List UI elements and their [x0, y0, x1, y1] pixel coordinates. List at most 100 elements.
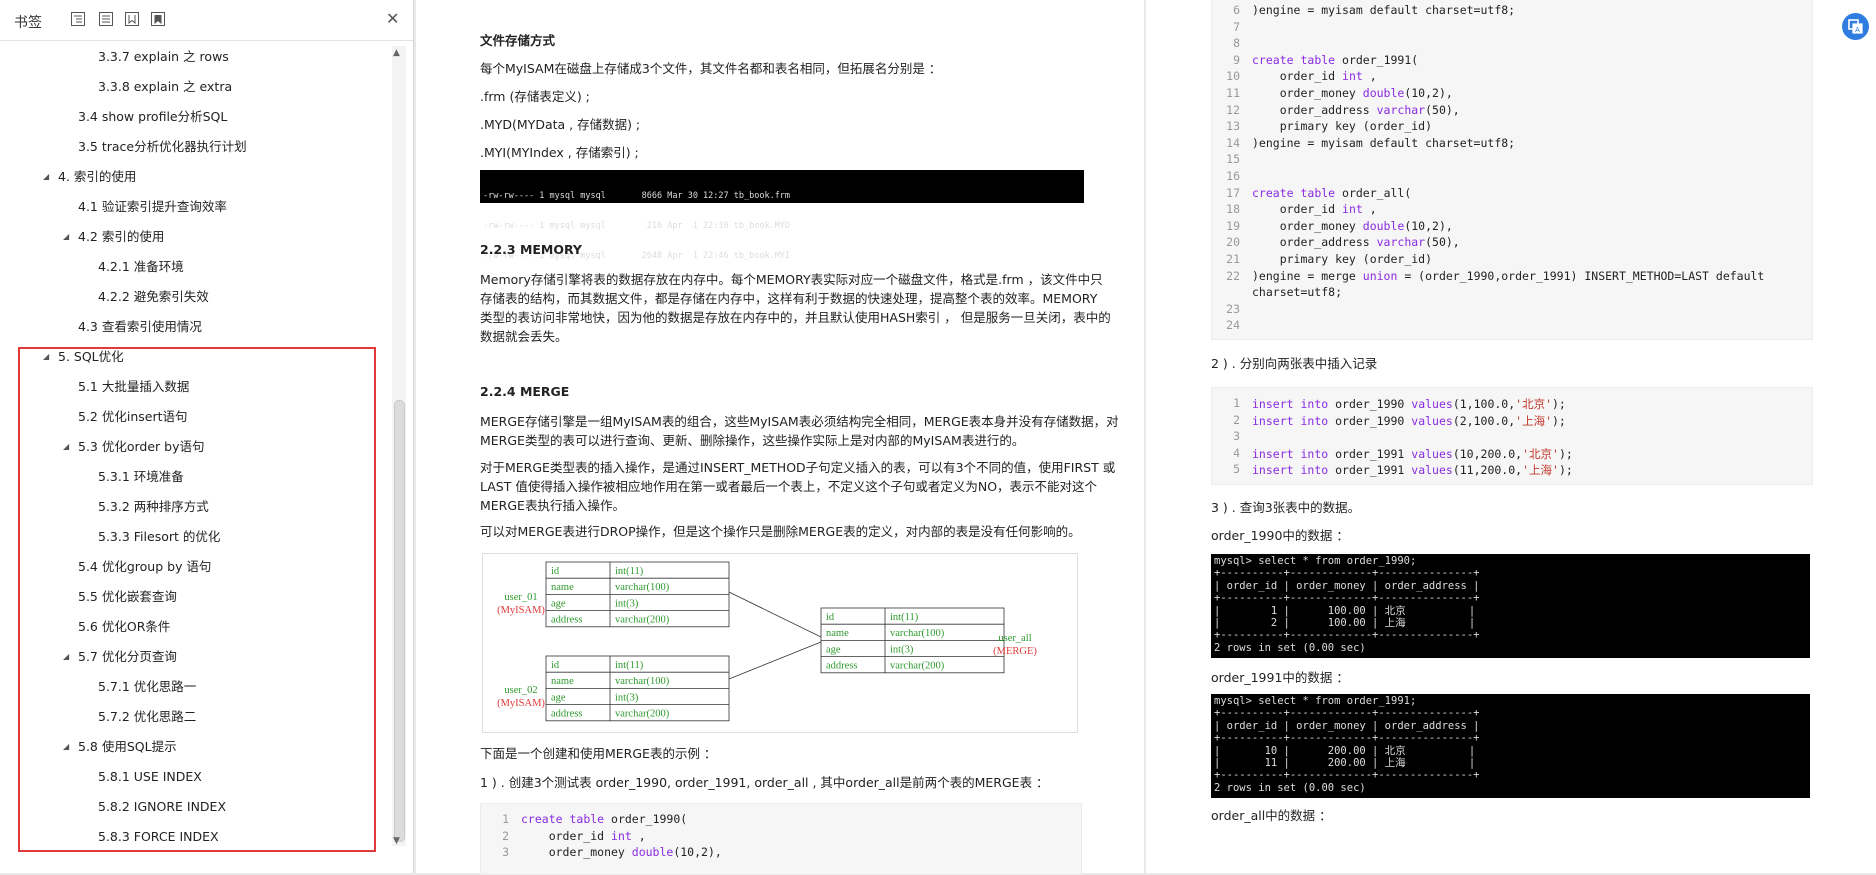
- code-line: )engine = merge union = (order_1990,orde…: [1252, 268, 1765, 283]
- paragraph-line: MERGE类型的表可以进行查询、更新、删除操作，这些操作实际上是对内部的MyIS…: [480, 433, 1025, 448]
- sidebar-header: 书签 ✕: [0, 0, 413, 41]
- code-line: insert into order_1990 values(2,100.0,'上…: [1252, 413, 1566, 428]
- sidebar-item-label: 5.6 优化OR条件: [78, 619, 171, 634]
- sidebar-item-label: 5.3.1 环境准备: [98, 469, 184, 484]
- translate-icon[interactable]: A: [1842, 13, 1869, 40]
- code-line: order_money double(10,2),: [1252, 86, 1453, 100]
- diagram-field-name: id: [551, 566, 560, 577]
- diagram-field-type: varchar(200): [615, 709, 670, 720]
- code-line: create table order_1990(: [521, 812, 688, 826]
- svg-text:A: A: [1855, 27, 1860, 34]
- sidebar-item-label: 4.1 验证索引提升查询效率: [78, 199, 227, 214]
- sidebar-item[interactable]: 5.8.2 IGNORE INDEX: [98, 794, 226, 820]
- sidebar-item[interactable]: 5.8.3 FORCE INDEX: [98, 824, 219, 850]
- merge-table-diagram: id int(11) name varchar(100) age int(3) addres…: [482, 553, 1078, 733]
- diagram-field-name: age: [826, 644, 841, 655]
- sidebar-item[interactable]: 5.8 使用SQL提示: [78, 734, 177, 760]
- line-number: 20: [1226, 235, 1240, 250]
- diagram-field-type: varchar(100): [890, 628, 945, 639]
- diagram-field-type: int(11): [615, 660, 644, 671]
- sidebar-item[interactable]: 5.7.2 优化思路二: [98, 704, 196, 730]
- sidebar-item[interactable]: 4.1 验证索引提升查询效率: [78, 194, 227, 220]
- expand-triangle-icon[interactable]: ◢: [63, 442, 69, 451]
- code-line: order_id int ,: [1252, 202, 1377, 217]
- diagram-table-engine: (MyISAM): [497, 698, 545, 709]
- scroll-down-icon[interactable]: ▼: [393, 836, 400, 846]
- terminal-line: -rw-rw---- 1 mysql mysql 8666 Mar 30 12:…: [483, 191, 791, 201]
- diagram-field-name: address: [826, 661, 858, 672]
- sidebar-item[interactable]: 4.3 查看索引使用情况: [78, 314, 202, 340]
- sidebar-item[interactable]: 3.4 show profile分析SQL: [78, 104, 227, 130]
- sidebar-item-label: 3.5 trace分析优化器执行计划: [78, 139, 247, 154]
- sidebar-item-label: 3.3.8 explain 之 extra: [98, 79, 233, 94]
- diagram-field-name: address: [551, 709, 583, 720]
- diagram-field-type: varchar(100): [615, 676, 670, 687]
- order-1991-terminal: mysql> select * from order_1991; +-------…: [1211, 694, 1810, 798]
- line-number: 3: [1233, 429, 1240, 444]
- terminal-line: | 1 | 100.00 | 北京 |: [1214, 604, 1476, 617]
- sidebar-item-label: 4.2 索引的使用: [78, 229, 165, 244]
- expand-triangle-icon[interactable]: ◢: [63, 652, 69, 661]
- sidebar-item[interactable]: 5.2 优化insert语句: [78, 404, 188, 430]
- sidebar-item[interactable]: 5.8.1 USE INDEX: [98, 764, 202, 790]
- step-3-text: 3 ) . 查询3张表中的数据。: [1211, 500, 1361, 515]
- sidebar-item[interactable]: 5.4 优化group by 语句: [78, 554, 211, 580]
- sidebar-item[interactable]: 5.7.1 优化思路一: [98, 674, 196, 700]
- terminal-line: | 2 | 100.00 | 上海 |: [1214, 617, 1476, 630]
- storage-intro: 每个MyISAM在磁盘上存储成3个文件，其文件名都和表名相同，但拓展名分别是 ：: [480, 61, 942, 76]
- sidebar-item[interactable]: 5. SQL优化: [58, 344, 124, 370]
- terminal-line: -rw-rw---- 1 mysql mysql 216 Apr 1 22:10…: [483, 221, 791, 231]
- terminal-line: mysql> select * from order_1990;: [1214, 555, 1417, 567]
- sidebar-item[interactable]: 5.3 优化order by语句: [78, 434, 205, 460]
- paragraph-line: 存储表的结构，而其数据文件，都是存储在内存中，这样有利于数据的快速处理，提高整个…: [480, 291, 1098, 306]
- code-line: order_address varchar(50),: [1252, 102, 1460, 117]
- sidebar-item[interactable]: 3.5 trace分析优化器执行计划: [78, 134, 247, 160]
- sidebar-item[interactable]: 3.3.7 explain 之 rows: [98, 46, 229, 70]
- code-line: create table order_1991(: [1252, 52, 1419, 67]
- paragraph-line: 数据就会丢失。: [480, 329, 568, 344]
- sidebar-item[interactable]: 4.2.1 准备环境: [98, 254, 184, 280]
- code-line: order_id int ,: [1252, 69, 1377, 84]
- expand-triangle-icon[interactable]: ◢: [63, 742, 69, 751]
- line-number: 2: [1233, 412, 1240, 427]
- expand-triangle-icon[interactable]: ◢: [43, 172, 49, 181]
- terminal-line: mysql> select * from order_1991;: [1214, 695, 1417, 707]
- diagram-field-name: id: [551, 660, 560, 671]
- scrollbar-thumb[interactable]: [394, 400, 405, 842]
- bookmark-options-icon[interactable]: [150, 11, 166, 27]
- diagram-connector: [728, 591, 822, 638]
- diagram-field-name: id: [826, 612, 835, 623]
- sidebar-item[interactable]: 5.3.1 环境准备: [98, 464, 184, 490]
- sidebar-item[interactable]: 5.3.3 Filesort 的优化: [98, 524, 220, 550]
- sidebar-item[interactable]: 5.3.2 两种排序方式: [98, 494, 209, 520]
- sidebar-item[interactable]: 5.7 优化分页查询: [78, 644, 177, 670]
- sidebar-item[interactable]: 4.2.2 避免索引失效: [98, 284, 209, 310]
- merge-heading: 2.2.4 MERGE: [480, 384, 570, 399]
- expand-all-icon[interactable]: [70, 11, 86, 27]
- sidebar-item[interactable]: 4.2 索引的使用: [78, 224, 164, 250]
- memory-heading: 2.2.3 MEMORY: [480, 242, 582, 257]
- collapse-all-icon[interactable]: [98, 11, 114, 27]
- sidebar-item-label: 4.2.2 避免索引失效: [98, 289, 209, 304]
- close-icon[interactable]: ✕: [386, 10, 399, 28]
- diagram-field-type: int(11): [890, 612, 919, 623]
- sidebar-item-label: 5. SQL优化: [58, 349, 124, 364]
- expand-triangle-icon[interactable]: ◢: [43, 352, 49, 361]
- sidebar-item[interactable]: 3.3.8 explain 之 extra: [98, 74, 232, 100]
- add-bookmark-icon[interactable]: [124, 11, 140, 27]
- sidebar-item-label: 5.7 优化分页查询: [78, 649, 177, 664]
- code-line: insert into order_1991 values(10,200.0,'…: [1252, 446, 1573, 461]
- sidebar-item[interactable]: 5.6 优化OR条件: [78, 614, 170, 640]
- line-number: 19: [1226, 218, 1240, 233]
- sidebar-item-label: 5.8 使用SQL提示: [78, 739, 177, 754]
- expand-triangle-icon[interactable]: ◢: [63, 232, 69, 241]
- sidebar-item-label: 5.3.3 Filesort 的优化: [98, 529, 221, 544]
- sidebar-item[interactable]: 5.1 大批量插入数据: [78, 374, 189, 400]
- scroll-up-icon[interactable]: ▲: [393, 48, 400, 58]
- sidebar-item[interactable]: 5.5 优化嵌套查询: [78, 584, 177, 610]
- code-line: order_money double(10,2),: [521, 845, 722, 860]
- line-number: 4: [1233, 445, 1240, 460]
- sidebar-item[interactable]: 4. 索引的使用: [58, 164, 136, 190]
- diagram-table-name: user_all: [998, 633, 1031, 644]
- diagram-field-type: int(3): [615, 598, 639, 609]
